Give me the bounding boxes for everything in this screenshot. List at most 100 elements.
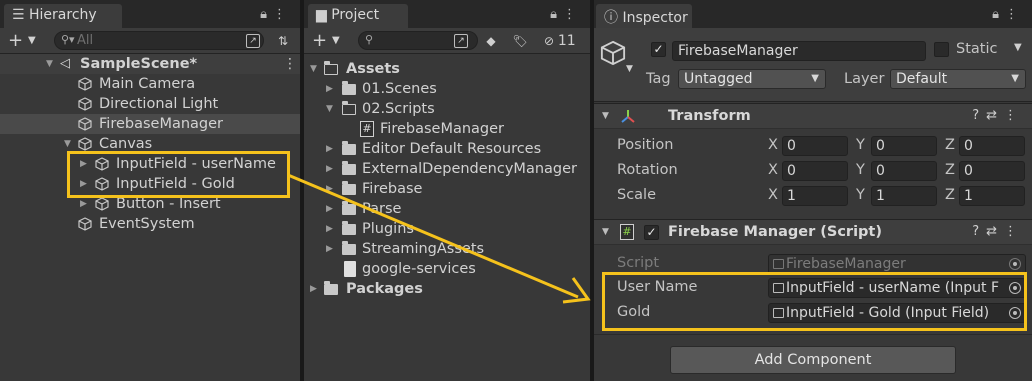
- tab-inspector[interactable]: ⓘ Inspector: [596, 4, 692, 28]
- list-item[interactable]: ▶ Plugins: [304, 219, 590, 239]
- kebab-menu-icon[interactable]: ⋮: [283, 54, 297, 74]
- list-item[interactable]: ▶ Editor Default Resources: [304, 139, 590, 159]
- expand-arrow-icon[interactable]: ▶: [326, 219, 333, 239]
- shapes-filter-icon[interactable]: ◆: [482, 32, 500, 50]
- rotation-y-field[interactable]: 0: [871, 161, 937, 181]
- unity-scene-icon: ◁: [60, 56, 70, 71]
- x-label: X: [768, 187, 778, 203]
- list-item-label: Assets: [346, 61, 400, 77]
- list-item[interactable]: ▶ Firebase: [304, 179, 590, 199]
- list-item[interactable]: ▶ StreamingAssets: [304, 239, 590, 259]
- lock-icon[interactable]: 🔒︎: [550, 7, 563, 22]
- layer-dropdown[interactable]: Default ▼: [890, 69, 1026, 89]
- kebab-menu-icon[interactable]: ⋮: [1004, 224, 1024, 239]
- expand-arrow-icon[interactable]: ▶: [326, 179, 333, 199]
- list-item[interactable]: Main Camera: [0, 74, 300, 94]
- gameobject-icon: [78, 97, 92, 111]
- list-item[interactable]: # FirebaseManager: [304, 119, 590, 139]
- list-item-selected[interactable]: FirebaseManager: [0, 114, 300, 134]
- rotation-label: Rotation: [617, 162, 678, 178]
- tab-hierarchy[interactable]: ☰ Hierarchy: [4, 4, 122, 28]
- list-item[interactable]: ▶ Parse: [304, 199, 590, 219]
- create-button[interactable]: +: [312, 30, 327, 51]
- preset-icon[interactable]: ⇄: [986, 108, 1004, 123]
- help-icon[interactable]: ?: [972, 108, 986, 123]
- search-by-type-icon[interactable]: ↗: [454, 34, 468, 48]
- list-item-label: Main Camera: [99, 76, 196, 92]
- inspector-panel: ⓘ Inspector 🔒︎⋮ ▼ ✓ FirebaseManager Stat…: [594, 0, 1032, 381]
- expand-arrow-icon[interactable]: ▶: [326, 159, 333, 179]
- active-checkbox[interactable]: ✓: [651, 42, 666, 57]
- lock-icon[interactable]: 🔒︎: [260, 7, 273, 22]
- list-item-label: Packages: [346, 281, 423, 297]
- list-item[interactable]: EventSystem: [0, 214, 300, 234]
- expand-arrow-icon[interactable]: ▶: [326, 139, 333, 159]
- gameobject-icon: [95, 197, 109, 211]
- list-item[interactable]: ▶ 01.Scenes: [304, 79, 590, 99]
- transform-component-header[interactable]: ▼ Transform ?⇄⋮: [594, 103, 1032, 129]
- label-tag-icon[interactable]: 🏷︎: [511, 32, 529, 50]
- z-label: Z: [945, 187, 955, 203]
- help-icon[interactable]: ?: [972, 224, 986, 239]
- inspector-tab-icons: 🔒︎⋮: [992, 7, 1024, 22]
- search-icon: ⚲▾: [61, 33, 75, 46]
- list-item-label: 01.Scenes: [362, 81, 437, 97]
- search-input[interactable]: ⚲▾ All: [54, 31, 264, 50]
- list-item[interactable]: ▶ Packages: [304, 279, 590, 299]
- list-item[interactable]: ▼ Assets: [304, 59, 590, 79]
- expand-arrow-icon[interactable]: ▶: [326, 79, 333, 99]
- chevron-down-icon[interactable]: ▼: [1014, 42, 1022, 53]
- position-x-field[interactable]: 0: [782, 136, 848, 156]
- list-item[interactable]: ▶ ExternalDependencyManager: [304, 159, 590, 179]
- component-enabled-checkbox[interactable]: ✓: [644, 225, 659, 240]
- eye-slash-icon: ⊘: [544, 34, 555, 48]
- script-component-header[interactable]: ▼ # ✓ Firebase Manager (Script) ?⇄⋮: [594, 219, 1032, 245]
- script-value: FirebaseManager: [786, 256, 906, 272]
- chevron-down-icon[interactable]: ▼: [28, 35, 36, 46]
- list-item[interactable]: Directional Light: [0, 94, 300, 114]
- tag-dropdown[interactable]: Untagged ▼: [678, 69, 826, 89]
- z-label: Z: [945, 137, 955, 153]
- position-y-field[interactable]: 0: [871, 136, 937, 156]
- object-picker-icon: [1009, 258, 1021, 270]
- kebab-menu-icon[interactable]: ⋮: [273, 7, 292, 22]
- kebab-menu-icon[interactable]: ⋮: [1004, 108, 1024, 123]
- folder-icon: [342, 221, 356, 235]
- expand-arrow-icon[interactable]: ▶: [310, 279, 317, 299]
- rotation-x-field[interactable]: 0: [782, 161, 848, 181]
- static-checkbox[interactable]: [934, 42, 949, 57]
- scene-visibility-icon[interactable]: ↗: [246, 34, 260, 48]
- scale-x-field[interactable]: 1: [782, 186, 848, 206]
- expand-arrow-icon[interactable]: ▼: [310, 59, 317, 79]
- preset-icon[interactable]: ⇄: [986, 224, 1004, 239]
- expand-arrow-icon[interactable]: ▶: [326, 239, 333, 259]
- list-item[interactable]: ▼ 02.Scripts: [304, 99, 590, 119]
- chevron-down-icon[interactable]: ▼: [332, 35, 340, 46]
- lock-icon[interactable]: 🔒︎: [992, 7, 1005, 22]
- hierarchy-panel: ☰ Hierarchy 🔒︎⋮ + ▼ ⚲▾ All ↗ ⇅ ▼ ◁ Sampl…: [0, 0, 300, 381]
- create-button[interactable]: +: [8, 30, 23, 51]
- kebab-menu-icon[interactable]: ⋮: [563, 7, 582, 22]
- hidden-packages-toggle[interactable]: ⊘ 11: [544, 32, 584, 50]
- expand-arrow-icon[interactable]: ▼: [46, 54, 53, 74]
- position-z-field[interactable]: 0: [959, 136, 1025, 156]
- object-name-field[interactable]: FirebaseManager: [672, 41, 926, 61]
- expand-arrow-icon[interactable]: ▼: [602, 111, 609, 121]
- kebab-menu-icon[interactable]: ⋮: [1005, 7, 1024, 22]
- list-item-label: Plugins: [362, 221, 414, 237]
- scale-label: Scale: [617, 187, 657, 203]
- script-component-title: Firebase Manager (Script): [668, 224, 882, 240]
- chevron-down-icon[interactable]: ▼: [626, 64, 633, 74]
- rotation-z-field[interactable]: 0: [959, 161, 1025, 181]
- x-label: X: [768, 137, 778, 153]
- expand-arrow-icon[interactable]: ▼: [326, 99, 333, 119]
- expand-arrow-icon[interactable]: ▶: [326, 199, 333, 219]
- add-component-button[interactable]: Add Component: [670, 346, 956, 374]
- scale-z-field[interactable]: 1: [959, 186, 1025, 206]
- sort-icon[interactable]: ⇅: [274, 32, 292, 50]
- scene-row[interactable]: ▼ ◁ SampleScene* ⋮: [0, 54, 300, 74]
- expand-arrow-icon[interactable]: ▼: [602, 227, 609, 237]
- list-item[interactable]: google-services: [304, 259, 590, 279]
- scale-y-field[interactable]: 1: [871, 186, 937, 206]
- tab-project[interactable]: ▆ Project: [308, 4, 408, 28]
